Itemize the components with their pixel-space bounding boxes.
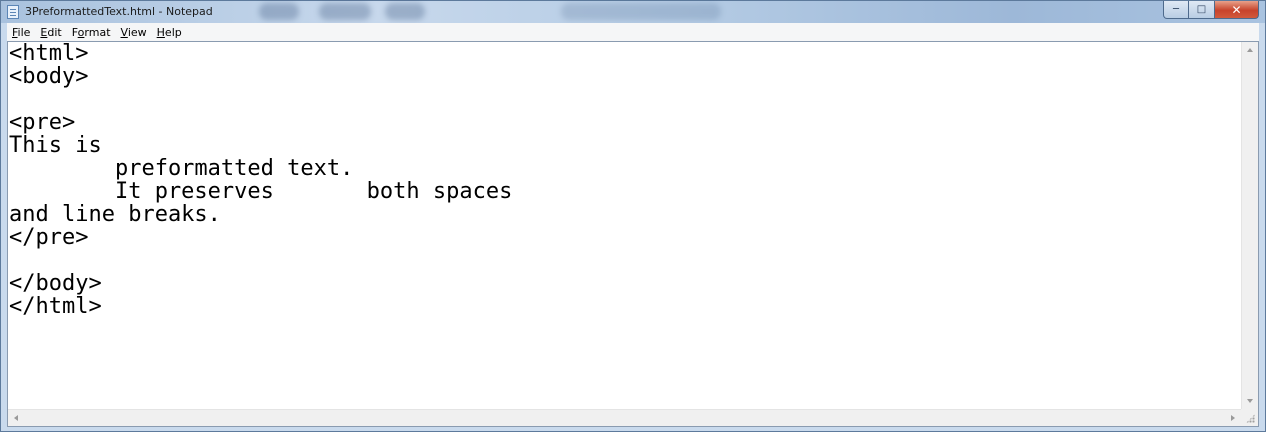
vertical-scrollbar[interactable] xyxy=(1241,42,1258,409)
editor-line: </pre> xyxy=(9,225,89,250)
minimize-button[interactable]: ─ xyxy=(1163,1,1189,19)
editor-line: This is xyxy=(9,133,102,158)
close-icon: ✕ xyxy=(1231,2,1242,17)
editor-line: and line breaks. xyxy=(9,202,221,227)
titlebar-glare xyxy=(259,3,299,20)
menu-help[interactable]: Help xyxy=(152,26,187,39)
scroll-down-icon[interactable] xyxy=(1247,399,1253,403)
titlebar-glare xyxy=(561,3,721,20)
menu-bar: File Edit Format View Help xyxy=(7,23,1259,42)
menu-view[interactable]: View xyxy=(116,26,152,39)
horizontal-scrollbar[interactable] xyxy=(8,409,1241,426)
editor-line: It preserves both spaces xyxy=(9,179,513,204)
scroll-right-icon[interactable] xyxy=(1231,415,1235,421)
scroll-up-icon[interactable] xyxy=(1247,48,1253,52)
notepad-window: 3PreformattedText.html - Notepad ─ □ ✕ F… xyxy=(0,0,1266,432)
titlebar-glare xyxy=(385,3,425,20)
window-controls: ─ □ ✕ xyxy=(1163,1,1259,20)
resize-grip[interactable] xyxy=(1241,409,1258,426)
close-button[interactable]: ✕ xyxy=(1215,1,1259,19)
maximize-button[interactable]: □ xyxy=(1189,1,1215,19)
menu-edit[interactable]: Edit xyxy=(35,26,66,39)
window-title: 3PreformattedText.html - Notepad xyxy=(25,5,213,18)
editor-text[interactable]: <html> <body> <pre> This is preformatted… xyxy=(8,42,1241,318)
editor-line: </html> xyxy=(9,294,102,319)
notepad-icon[interactable] xyxy=(7,5,19,19)
minimize-icon: ─ xyxy=(1172,4,1180,15)
menu-format[interactable]: Format xyxy=(67,26,116,39)
title-bar[interactable]: 3PreformattedText.html - Notepad ─ □ ✕ xyxy=(1,1,1265,23)
resize-grip-icon xyxy=(1246,414,1255,423)
editor-area[interactable]: <html> <body> <pre> This is preformatted… xyxy=(7,41,1259,427)
titlebar-glare xyxy=(319,3,371,20)
maximize-icon: □ xyxy=(1196,4,1207,15)
editor-line: </body> xyxy=(9,271,102,296)
editor-line: <body> xyxy=(9,64,89,89)
editor-line: <pre> xyxy=(9,110,76,135)
scroll-left-icon[interactable] xyxy=(14,415,18,421)
editor-line: preformatted text. xyxy=(9,156,354,181)
menu-file[interactable]: File xyxy=(7,26,35,39)
text-area[interactable]: <html> <body> <pre> This is preformatted… xyxy=(8,42,1241,409)
editor-line: <html> xyxy=(9,42,89,66)
